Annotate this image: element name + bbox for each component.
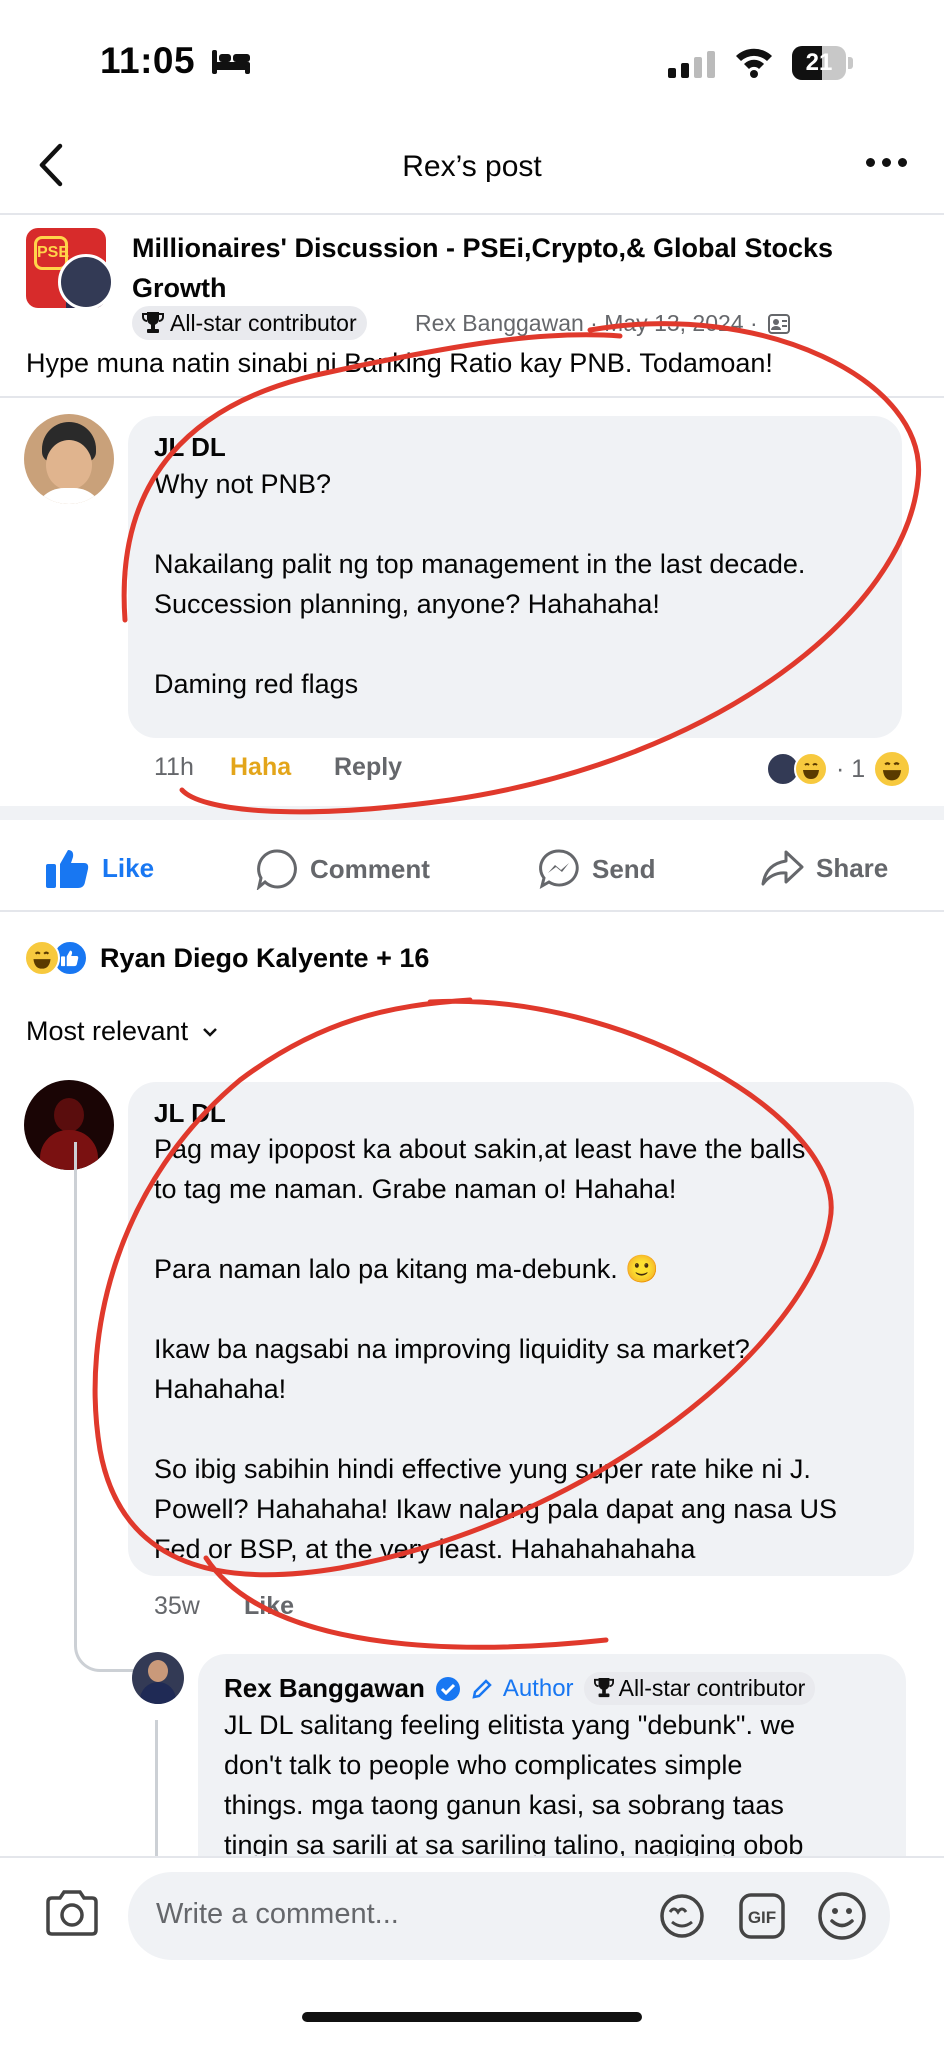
comment-author[interactable]: JL DL: [154, 1098, 226, 1129]
members-privacy-icon: [768, 314, 791, 334]
comment-text: Why not PNB? Nakailang palit ng top mana…: [154, 469, 806, 699]
post-meta: Rex Banggawan · May 13, 2024 ·: [415, 310, 791, 337]
reply-text: JL DL salitang feeling elitista yang "de…: [224, 1710, 804, 1860]
like-button[interactable]: Like: [46, 848, 154, 888]
group-name[interactable]: Millionaires' Discussion - PSEi,Crypto,&…: [132, 228, 922, 308]
share-button[interactable]: Share: [760, 848, 888, 888]
comment-like-button[interactable]: Like: [244, 1592, 294, 1621]
pencil-icon: [472, 1678, 492, 1699]
share-icon: [761, 850, 804, 886]
reaction-count: · 1: [836, 754, 866, 783]
reactions-summary[interactable]: Ryan Diego Kalyente + 16: [24, 940, 429, 976]
reply-author[interactable]: Rex Banggawan: [224, 1673, 425, 1704]
share-label: Share: [816, 852, 889, 883]
comment-label: Comment: [310, 853, 430, 884]
action-divider: [0, 910, 944, 912]
comment-reactions[interactable]: · 1: [766, 750, 912, 788]
comment-time: 35w: [154, 1592, 200, 1620]
sort-dropdown[interactable]: Most relevant: [26, 1016, 218, 1047]
like-label: Like: [102, 852, 155, 883]
section-separator: [0, 806, 944, 820]
haha-reaction-button[interactable]: Haha: [230, 753, 291, 782]
svg-text:GIF: GIF: [748, 1908, 776, 1927]
send-label: Send: [592, 853, 656, 884]
emoji-icon[interactable]: [816, 1890, 868, 1942]
post-divider: [0, 396, 944, 398]
home-indicator: [302, 2012, 642, 2022]
messenger-icon: [539, 849, 579, 890]
gif-icon[interactable]: GIF: [738, 1892, 786, 1940]
verified-badge-icon: [435, 1676, 460, 1701]
all-star-badge: All-star contributor: [583, 1672, 816, 1705]
reply-thread-line: [155, 1720, 158, 1860]
trophy-icon: [142, 312, 164, 333]
comment-author[interactable]: JL DL: [154, 432, 226, 463]
commenter-avatar[interactable]: [24, 414, 114, 504]
reply-author-avatar[interactable]: [132, 1652, 184, 1704]
badge-label: All-star contributor: [618, 1675, 806, 1701]
author-mini-avatar[interactable]: [58, 254, 114, 310]
badge-label: All-star contributor: [170, 309, 357, 336]
laughing-emoji-icon: [24, 940, 60, 976]
sort-label: Most relevant: [26, 1016, 189, 1046]
header-divider: [0, 213, 944, 215]
post-text: Hype muna natin sinabi ni Banking Ratio …: [26, 348, 773, 378]
comment-icon: [256, 849, 297, 890]
send-button[interactable]: Send: [538, 848, 656, 890]
author-tag: Author: [502, 1674, 574, 1702]
battery-icon: 21: [792, 46, 854, 80]
post-meta-text: Rex Banggawan · May 13, 2024 ·: [415, 310, 758, 336]
battery-level: 21: [805, 49, 833, 76]
reply-button[interactable]: Reply: [334, 753, 402, 782]
reactors-names: Ryan Diego Kalyente + 16: [100, 942, 430, 973]
reply-header: Rex Banggawan Author All-star contributo…: [224, 1672, 816, 1705]
trophy-icon: [593, 1678, 614, 1698]
laughing-emoji-icon: [794, 752, 828, 786]
all-star-badge: All-star contributor: [132, 306, 367, 340]
comment-button[interactable]: Comment: [256, 848, 430, 890]
comment-time: 11h: [154, 753, 194, 781]
comment-placeholder: Write a comment...: [156, 1898, 399, 1930]
status-time: 11:05: [100, 40, 196, 81]
comment-text: Pag may ipopost ka about sakin,at least …: [154, 1134, 837, 1564]
camera-icon[interactable]: [44, 1888, 100, 1938]
page-title: Rex’s post: [402, 150, 542, 183]
laughing-emoji-icon[interactable]: [873, 750, 912, 788]
more-options-icon[interactable]: [866, 158, 907, 167]
sleep-focus-icon: [212, 50, 250, 74]
chevron-down-icon: [203, 1027, 217, 1037]
avatar-sticker-icon[interactable]: [656, 1892, 708, 1940]
wifi-icon: [736, 48, 772, 78]
cellular-signal-icon: [668, 50, 715, 78]
thumbs-up-icon: [46, 850, 89, 888]
thread-line: [74, 1142, 134, 1672]
